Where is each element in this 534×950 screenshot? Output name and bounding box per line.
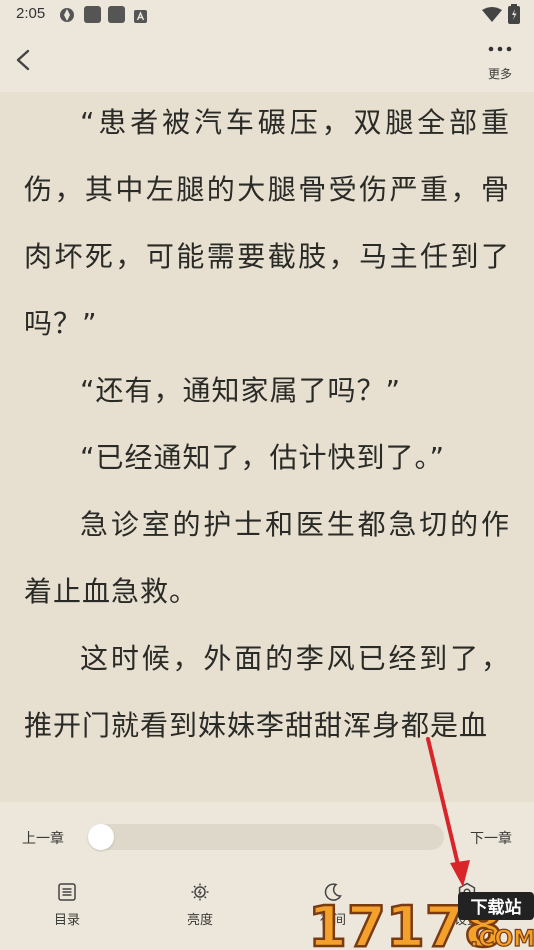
more-label: 更多	[487, 67, 512, 81]
wifi-icon	[482, 7, 502, 27]
brightness-label: 亮度	[186, 913, 213, 928]
reader-header: 更多	[0, 30, 534, 92]
app-notification-icon-2	[108, 6, 125, 27]
watermark-domain: .COM	[470, 927, 534, 950]
chapter-progress-slider[interactable]	[88, 824, 444, 850]
slider-thumb[interactable]	[88, 824, 114, 850]
paragraph: 急诊室的护士和医生都急切的作着止血急救。	[24, 508, 510, 608]
paragraph: “患者被汽车碾压，双腿全部重伤，其中左腿的大腿骨受伤严重，骨肉坏死，可能需要截肢…	[24, 106, 510, 340]
annotation-arrow	[426, 737, 470, 887]
paragraph: “已经通知了，估计快到了。”	[80, 441, 446, 474]
paragraph: “还有，通知家属了吗？”	[80, 374, 402, 407]
status-bar: 2:05	[0, 0, 534, 30]
list-icon	[58, 883, 76, 901]
back-arrow-icon	[16, 49, 30, 71]
watermark-subtext: 下载站	[471, 897, 522, 918]
keyboard-a-icon	[134, 8, 147, 27]
more-button[interactable]: 更多	[476, 38, 524, 86]
brightness-icon	[191, 883, 209, 901]
app-notification-icon	[84, 6, 101, 27]
sync-icon	[58, 6, 76, 28]
toc-label: 目录	[53, 913, 80, 928]
site-watermark: 17178 下载站 .COM	[307, 880, 534, 950]
reading-content[interactable]: “患者被汽车碾压，双腿全部重伤，其中左腿的大腿骨受伤严重，骨肉坏死，可能需要截肢…	[0, 92, 534, 802]
status-time: 2:05	[16, 5, 46, 22]
watermark-logo: 17178 下载站 .COM	[307, 892, 534, 950]
brightness-button[interactable]: 亮度	[165, 882, 235, 932]
battery-icon	[508, 4, 520, 28]
more-dots-icon	[488, 46, 512, 52]
back-button[interactable]	[8, 40, 42, 80]
prev-chapter-button[interactable]: 上一章	[22, 828, 64, 848]
toc-button[interactable]: 目录	[32, 882, 102, 932]
